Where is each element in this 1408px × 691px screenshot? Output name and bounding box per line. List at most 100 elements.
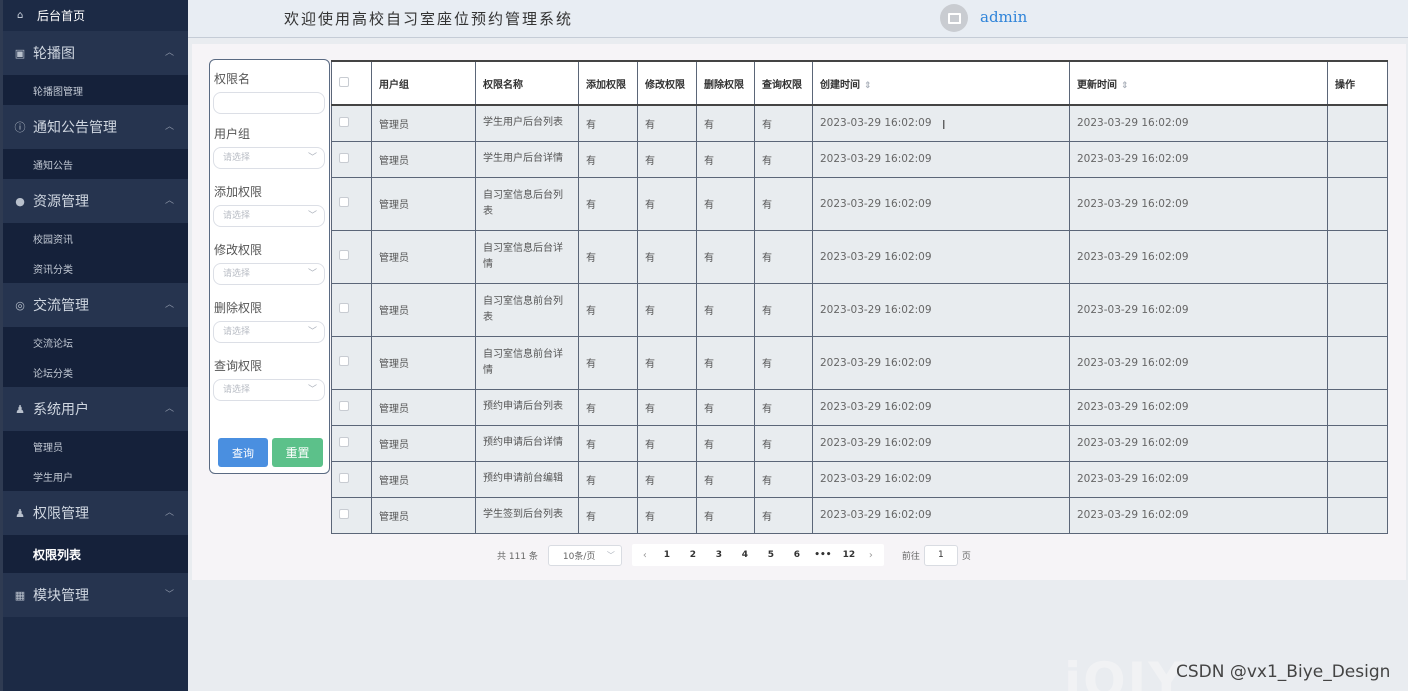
checkbox[interactable]: [339, 356, 349, 366]
row-checkbox-cell[interactable]: [331, 335, 372, 390]
row-checkbox-cell[interactable]: [331, 140, 372, 178]
username-link[interactable]: admin: [980, 8, 1027, 26]
prev-page-icon[interactable]: ‹: [636, 550, 654, 561]
page-size-select[interactable]: 10条/页 ﹀: [547, 544, 622, 566]
sidebar-item-forum-category[interactable]: 论坛分类: [3, 357, 188, 387]
sidebar-item-campus-news[interactable]: 校园资讯: [3, 223, 188, 253]
page-ellipsis[interactable]: •••: [810, 550, 836, 560]
cell-edit-permission: 有: [637, 176, 697, 231]
page-unit-label: 页: [961, 551, 971, 562]
sort-icon[interactable]: ⇕: [864, 81, 872, 91]
checkbox[interactable]: [339, 436, 349, 447]
checkbox[interactable]: [339, 303, 349, 313]
page-number[interactable]: 4: [732, 550, 758, 560]
checkbox[interactable]: [339, 76, 349, 87]
sidebar-item-students[interactable]: 学生用户: [3, 461, 188, 491]
sort-icon[interactable]: ⇕: [1121, 81, 1129, 91]
page-number[interactable]: 5: [758, 550, 784, 560]
total-count: 共 111 条: [497, 551, 538, 562]
sidebar-item-news-category[interactable]: 资讯分类: [3, 253, 188, 283]
sidebar-item-forum[interactable]: 交流论坛: [3, 327, 188, 357]
sidebar-item-permission-list[interactable]: 权限列表: [3, 535, 188, 573]
sidebar-group-system-users[interactable]: ♟ 系统用户 ︿: [3, 387, 188, 431]
checkbox[interactable]: [339, 152, 349, 163]
chevron-down-icon: ﹀: [307, 269, 317, 279]
row-checkbox-cell[interactable]: [331, 282, 372, 337]
column-header: 删除权限: [696, 60, 755, 106]
column-header-created[interactable]: 创建时间 ⇕: [812, 60, 1070, 106]
cell-actions[interactable]: [1327, 282, 1388, 337]
checkbox[interactable]: [339, 197, 349, 207]
column-header-updated[interactable]: 更新时间 ⇕: [1069, 60, 1328, 106]
sidebar-home[interactable]: ⌂ 后台首页: [3, 0, 188, 31]
cell-updated-time: 2023-03-29 16:02:09: [1069, 282, 1328, 337]
row-checkbox-cell[interactable]: [331, 496, 372, 534]
reset-button[interactable]: 重置: [272, 438, 323, 467]
cell-actions[interactable]: [1327, 460, 1388, 498]
page-number[interactable]: 3: [706, 550, 732, 560]
sidebar-group-modules[interactable]: ▦ 模块管理 ﹀: [3, 573, 188, 617]
cell-delete-permission: 有: [696, 460, 755, 498]
cell-user-group: 管理员: [371, 104, 476, 142]
checkbox[interactable]: [339, 250, 349, 260]
sidebar-group-notice[interactable]: ⓘ 通知公告管理 ︿: [3, 105, 188, 149]
row-checkbox-cell[interactable]: [331, 424, 372, 462]
page-number[interactable]: 12: [836, 550, 862, 560]
cell-updated-time: 2023-03-29 16:02:09: [1069, 496, 1328, 534]
table-row: 管理员 学生用户后台列表有有有有 2023-03-29 16:02:09 2023-0…: [331, 104, 1388, 142]
permission-name-input[interactable]: [213, 92, 325, 114]
cell-query-permission: 有: [754, 388, 813, 426]
column-header: 添加权限: [578, 60, 638, 106]
cell-actions[interactable]: [1327, 229, 1388, 284]
cell-delete-permission: 有: [696, 140, 755, 178]
chevron-down-icon: ﹀: [307, 327, 317, 337]
table-row: 管理员 学生签到后台列表有有有有 2023-03-29 16:02:09 2023-0…: [331, 496, 1388, 534]
sidebar-group-permissions[interactable]: ♟ 权限管理 ︿: [3, 491, 188, 535]
cell-actions[interactable]: [1327, 388, 1388, 426]
sidebar-group-label: 轮播图: [33, 46, 75, 62]
sidebar-submenu: 权限列表: [3, 535, 188, 573]
next-page-icon[interactable]: ›: [862, 550, 880, 561]
cell-edit-permission: 有: [637, 424, 697, 462]
query-permission-select[interactable]: 请选择 ﹀: [213, 379, 325, 401]
page-number[interactable]: 2: [680, 550, 706, 560]
cell-actions[interactable]: [1327, 335, 1388, 390]
cell-actions[interactable]: [1327, 104, 1388, 142]
filter-label-edit-permission: 修改权限: [214, 243, 263, 257]
sidebar-group-resource[interactable]: ● 资源管理 ︿: [3, 179, 188, 223]
sidebar-item-notice[interactable]: 通知公告: [3, 149, 188, 179]
user-group-select[interactable]: 请选择 ﹀: [213, 147, 325, 169]
edit-permission-select[interactable]: 请选择 ﹀: [213, 263, 325, 285]
row-checkbox-cell[interactable]: [331, 176, 372, 231]
sidebar-group-forum[interactable]: ◎ 交流管理 ︿: [3, 283, 188, 327]
row-checkbox-cell[interactable]: [331, 460, 372, 498]
cell-actions[interactable]: [1327, 176, 1388, 231]
select-all-cell[interactable]: [331, 60, 372, 106]
cell-actions[interactable]: [1327, 424, 1388, 462]
page-number[interactable]: 1: [654, 550, 680, 560]
checkbox[interactable]: [339, 508, 349, 519]
cell-actions[interactable]: [1327, 140, 1388, 178]
row-checkbox-cell[interactable]: [331, 104, 372, 142]
sidebar-item-admin[interactable]: 管理员: [3, 431, 188, 461]
checkbox[interactable]: [339, 116, 349, 127]
checkbox[interactable]: [339, 400, 349, 411]
pagination: 共 111 条 10条/页 ﹀ ‹ 1 2 3 4 5 6 ••• 12 › 前…: [497, 544, 971, 566]
avatar[interactable]: [940, 4, 968, 32]
query-button[interactable]: 查询: [218, 438, 268, 467]
goto-page-input[interactable]: 1: [923, 544, 958, 566]
checkbox[interactable]: [339, 472, 349, 483]
sidebar-item-carousel-manage[interactable]: 轮播图管理: [3, 75, 188, 105]
add-permission-select[interactable]: 请选择 ﹀: [213, 205, 325, 227]
chevron-up-icon: ︿: [164, 122, 174, 132]
cell-created-time: 2023-03-29 16:02:09: [812, 229, 1070, 284]
delete-permission-select[interactable]: 请选择 ﹀: [213, 321, 325, 343]
cell-query-permission: 有: [754, 104, 813, 142]
sidebar-group-carousel[interactable]: ▣ 轮播图 ︿: [3, 31, 188, 75]
cell-actions[interactable]: [1327, 496, 1388, 534]
row-checkbox-cell[interactable]: [331, 388, 372, 426]
table-row: 管理员 预约申请后台详情有有有有 2023-03-29 16:02:09 2023-0…: [331, 424, 1388, 462]
row-checkbox-cell[interactable]: [331, 229, 372, 284]
page-number[interactable]: 6: [784, 550, 810, 560]
cell-add-permission: 有: [578, 104, 638, 142]
